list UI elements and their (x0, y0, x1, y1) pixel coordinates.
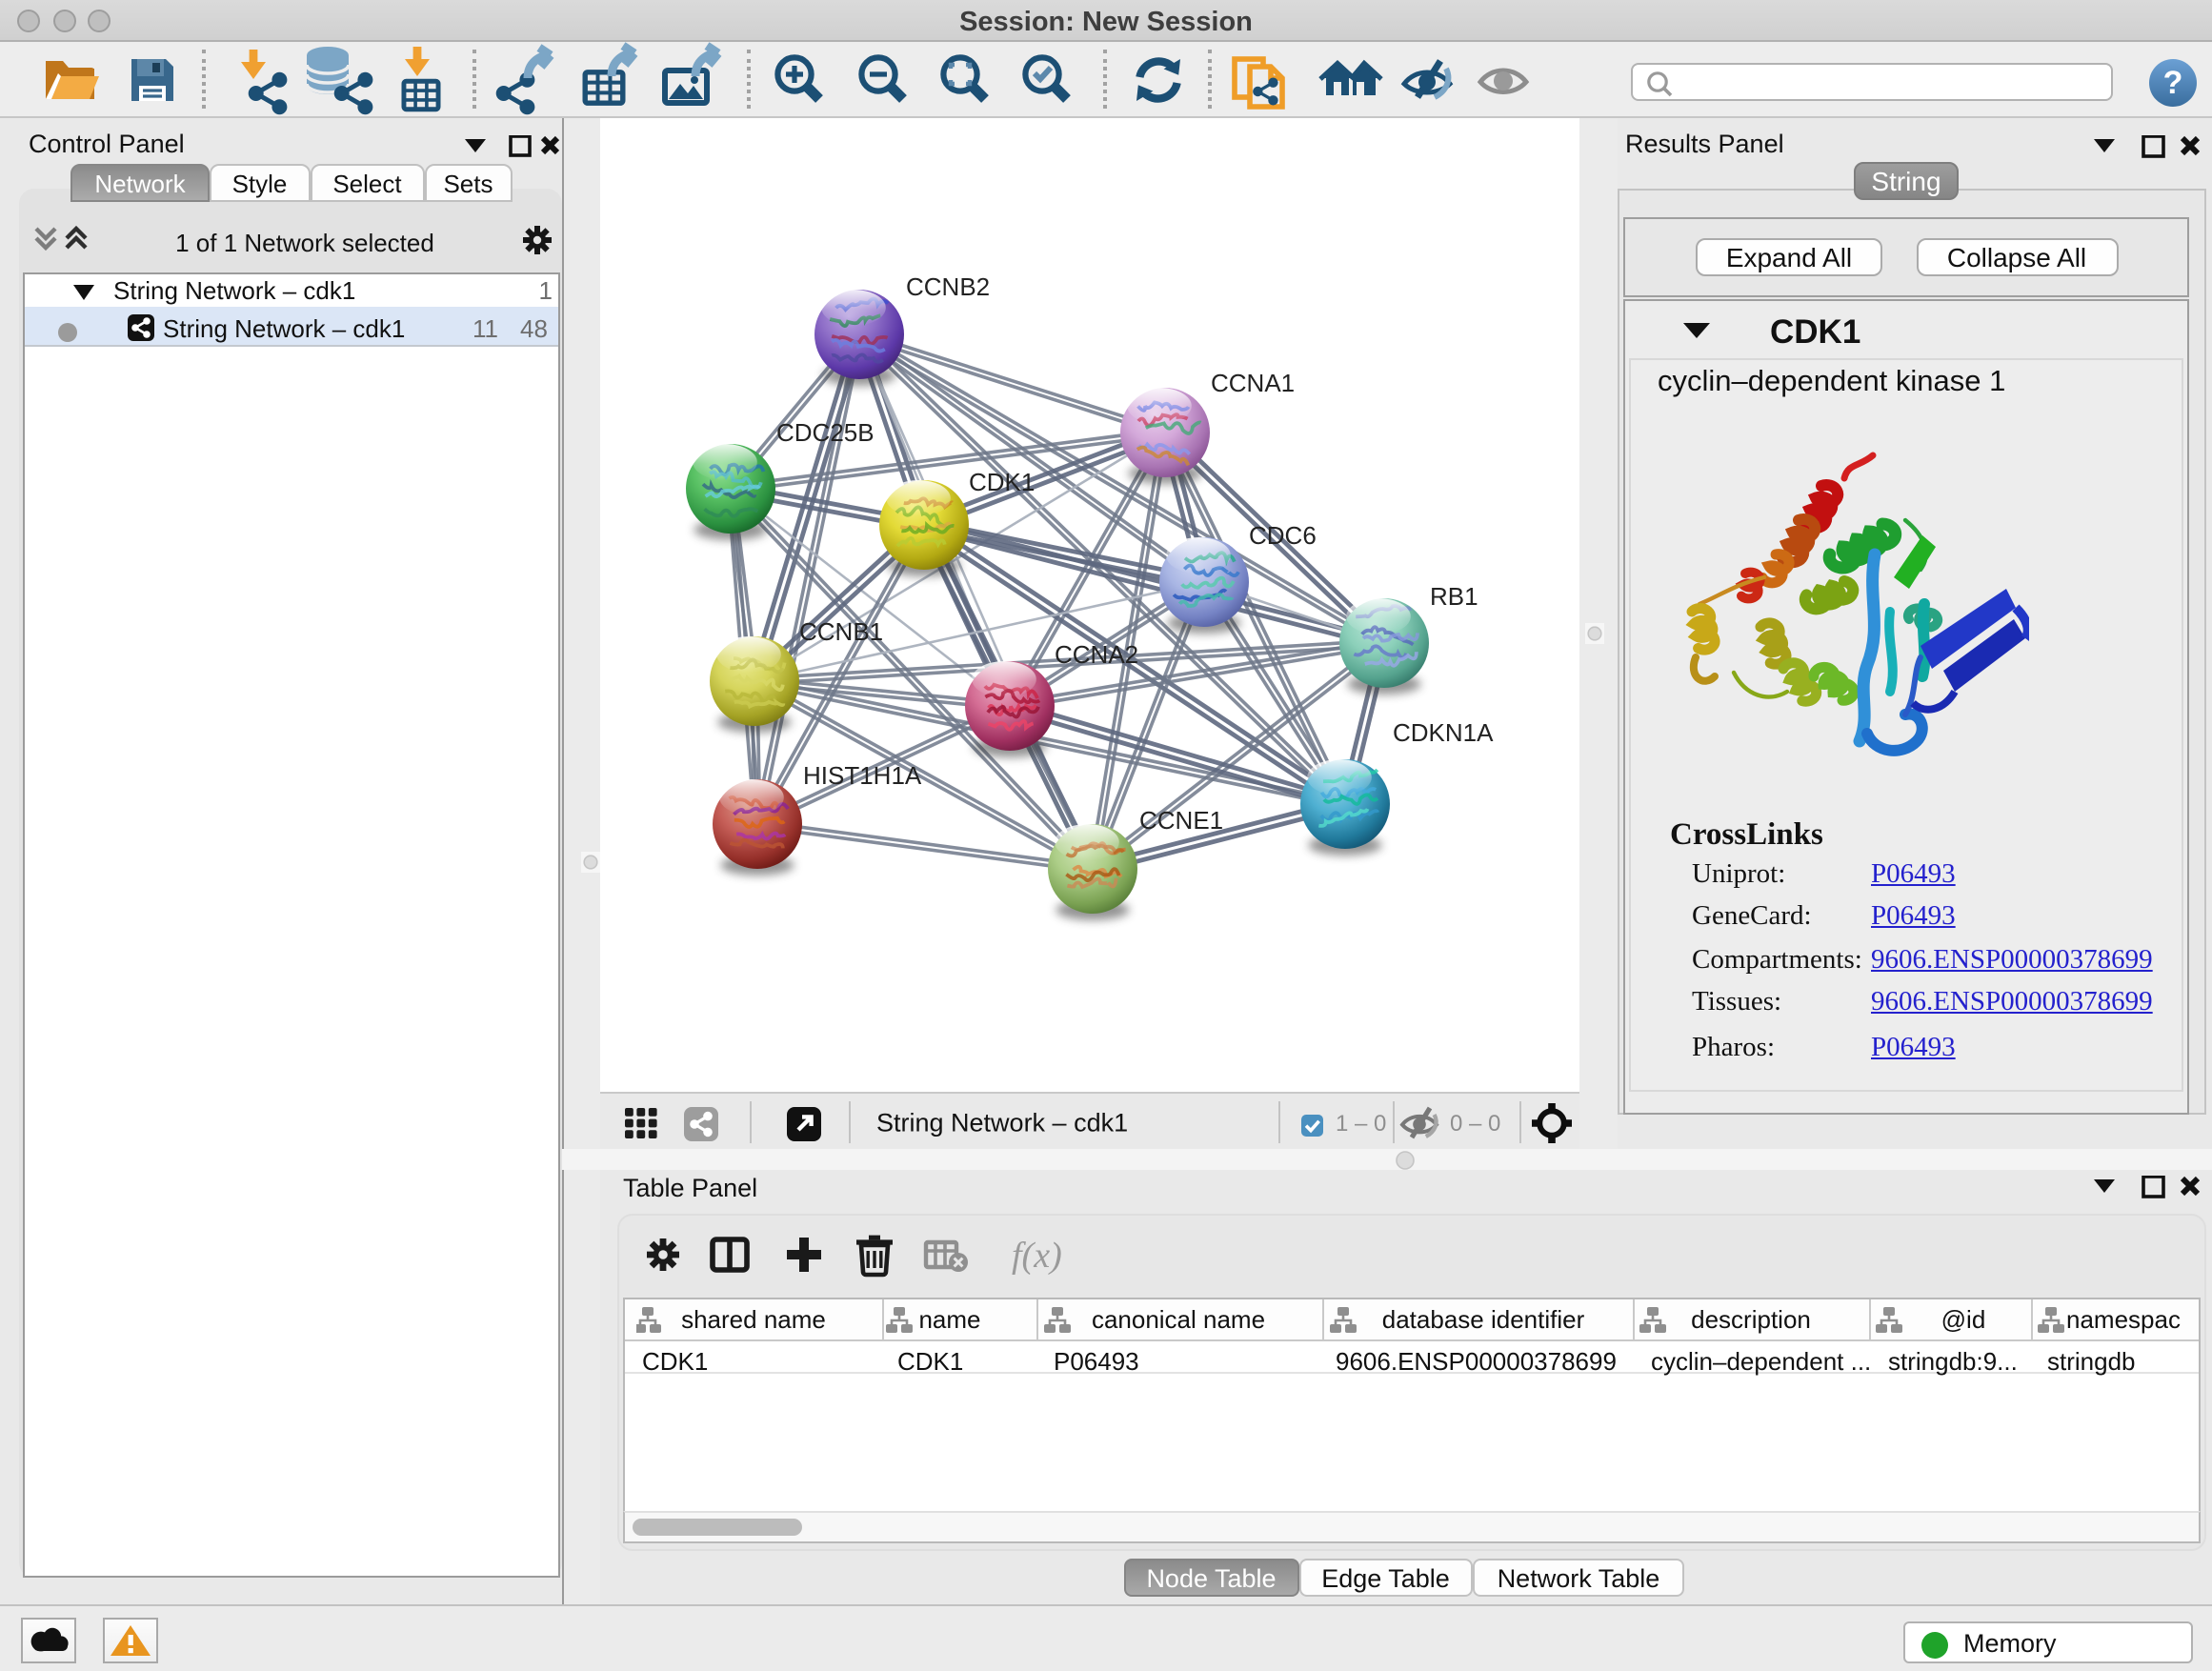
svg-text:CCNB2: CCNB2 (906, 272, 990, 301)
svg-text:HIST1H1A: HIST1H1A (803, 761, 922, 790)
svg-text:CDC6: CDC6 (1249, 521, 1317, 550)
svg-text:CDKN1A: CDKN1A (1393, 718, 1494, 747)
svg-text:1 – 0: 1 – 0 (1336, 1110, 1386, 1136)
svg-text:CCNA2: CCNA2 (1055, 640, 1138, 669)
svg-text:0 – 0: 0 – 0 (1450, 1110, 1500, 1136)
svg-text:CCNB1: CCNB1 (799, 617, 883, 646)
svg-text:CCNA1: CCNA1 (1211, 369, 1295, 397)
svg-text:CDK1: CDK1 (969, 468, 1035, 496)
svg-text:CCNE1: CCNE1 (1139, 806, 1223, 835)
svg-text:f(x): f(x) (1011, 1236, 1061, 1276)
svg-text:RB1: RB1 (1430, 582, 1478, 611)
svg-text:CDC25B: CDC25B (776, 418, 875, 447)
svg-text:String Network – cdk1: String Network – cdk1 (876, 1108, 1128, 1137)
